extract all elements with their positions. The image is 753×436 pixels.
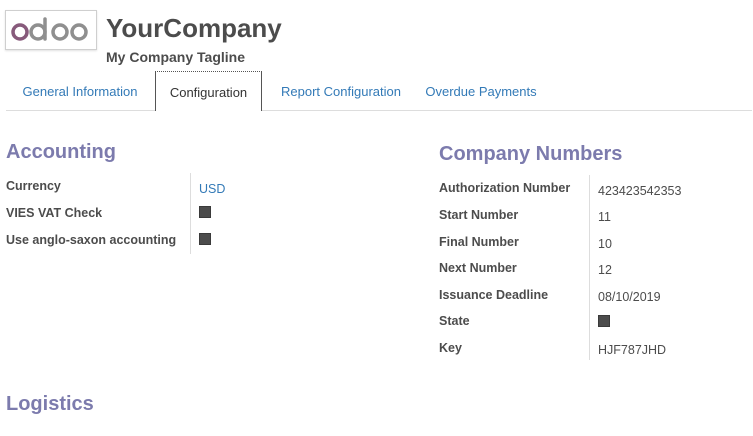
currency-label: Currency bbox=[6, 179, 61, 193]
state-label: State bbox=[439, 314, 470, 328]
authorization-number-value[interactable]: 423423542353 bbox=[598, 183, 681, 199]
company-logo[interactable] bbox=[5, 10, 97, 50]
final-number-value[interactable]: 10 bbox=[598, 236, 612, 252]
tab-overdue-payments[interactable]: Overdue Payments bbox=[418, 71, 544, 109]
next-number-value[interactable]: 12 bbox=[598, 262, 612, 278]
next-number-label: Next Number bbox=[439, 261, 517, 275]
tab-report-configuration[interactable]: Report Configuration bbox=[268, 71, 414, 109]
authorization-number-label: Authorization Number bbox=[439, 181, 571, 195]
tab-general-information[interactable]: General Information bbox=[6, 71, 154, 109]
final-number-label: Final Number bbox=[439, 235, 519, 249]
vies-vat-check-label: VIES VAT Check bbox=[6, 206, 103, 220]
key-label: Key bbox=[439, 341, 462, 355]
start-number-label: Start Number bbox=[439, 208, 519, 222]
key-value[interactable]: HJF787JHD bbox=[598, 342, 666, 358]
vies-vat-check-checkbox[interactable] bbox=[199, 206, 211, 218]
company-numbers-section-title: Company Numbers bbox=[439, 143, 623, 165]
company-tagline[interactable]: My Company Tagline bbox=[106, 48, 245, 66]
anglo-saxon-label: Use anglo-saxon accounting bbox=[6, 233, 177, 247]
company-form: YourCompany My Company Tagline General I… bbox=[0, 0, 753, 436]
state-checkbox[interactable] bbox=[598, 315, 610, 327]
accounting-divider bbox=[190, 173, 191, 254]
company-numbers-divider bbox=[589, 175, 590, 360]
issuance-deadline-label: Issuance Deadline bbox=[439, 288, 549, 302]
currency-value-link[interactable]: USD bbox=[199, 181, 225, 197]
issuance-deadline-value[interactable]: 08/10/2019 bbox=[598, 289, 661, 305]
logistics-section-title: Logistics bbox=[6, 393, 94, 415]
tab-bar: General Information Configuration Report… bbox=[6, 71, 752, 111]
anglo-saxon-checkbox[interactable] bbox=[199, 233, 211, 245]
company-name[interactable]: YourCompany bbox=[106, 12, 282, 44]
start-number-value[interactable]: 11 bbox=[598, 209, 611, 225]
tab-configuration[interactable]: Configuration bbox=[155, 71, 262, 111]
odoo-logo-icon bbox=[11, 17, 88, 41]
accounting-section-title: Accounting bbox=[6, 141, 116, 163]
